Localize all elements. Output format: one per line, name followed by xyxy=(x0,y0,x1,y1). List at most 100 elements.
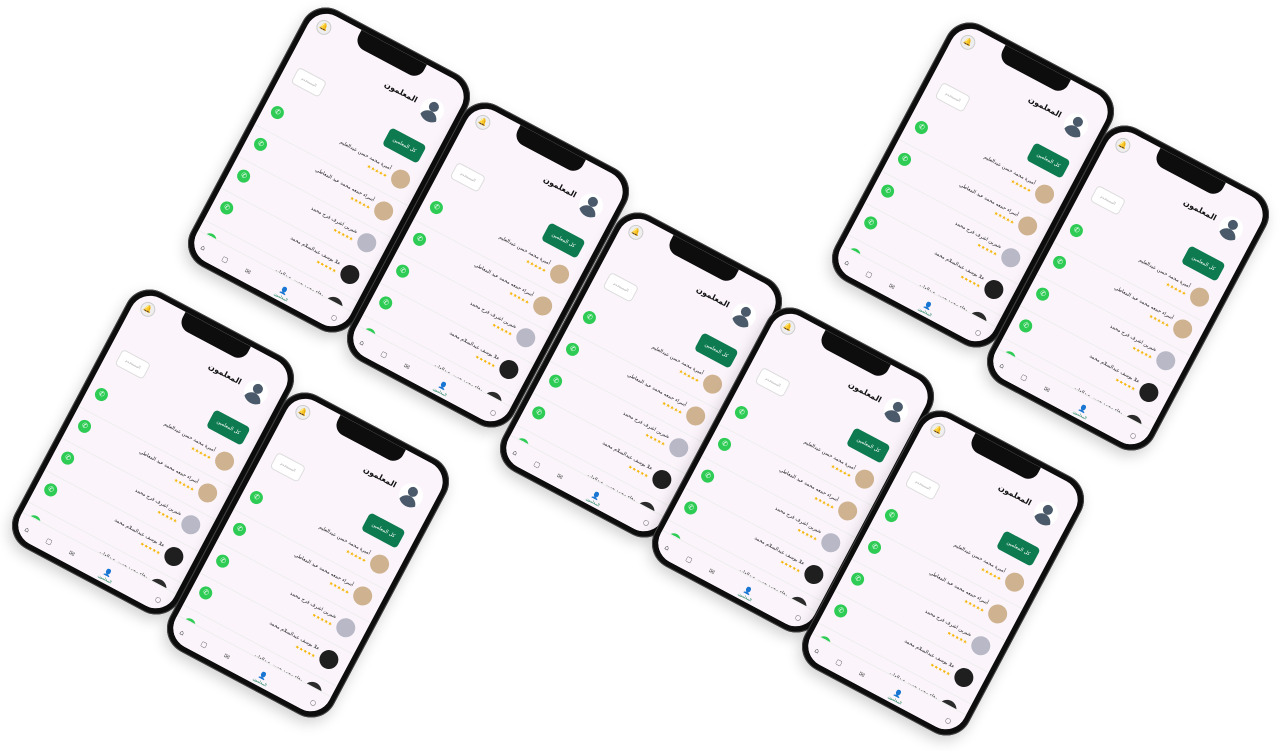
settings-icon[interactable]: ○ xyxy=(1129,431,1138,441)
phone-call-icon[interactable]: ✆ xyxy=(878,182,897,200)
settings-icon[interactable]: ○ xyxy=(309,698,318,708)
grid-icon[interactable]: ▢ xyxy=(532,460,542,470)
profile-avatar[interactable] xyxy=(574,189,608,222)
settings-icon[interactable]: ○ xyxy=(944,716,953,726)
phone-call-icon[interactable]: ✆ xyxy=(848,570,867,588)
phone-call-icon[interactable]: ✆ xyxy=(376,294,395,312)
grid-icon[interactable]: ▢ xyxy=(220,255,230,265)
phone-call-icon[interactable]: ✆ xyxy=(268,103,287,122)
chat-icon[interactable]: ✉ xyxy=(222,652,231,662)
phone-call-icon[interactable]: ✆ xyxy=(698,467,717,485)
home-icon[interactable]: ⌂ xyxy=(663,543,671,552)
phone-call-icon[interactable]: ✆ xyxy=(92,385,111,404)
home-icon[interactable]: ⌂ xyxy=(178,628,186,637)
grid-icon[interactable]: ▢ xyxy=(1019,373,1029,383)
phone-call-icon[interactable]: ✆ xyxy=(410,230,429,249)
search-input[interactable]: المستخدم xyxy=(290,66,328,98)
search-input[interactable]: المستخدم xyxy=(934,81,972,113)
grid-icon[interactable]: ▢ xyxy=(864,270,874,280)
phone-call-icon[interactable]: ✆ xyxy=(546,372,565,390)
phone-call-icon[interactable]: ✆ xyxy=(865,538,884,557)
settings-icon[interactable]: ○ xyxy=(794,613,803,623)
phone-call-icon[interactable]: ✆ xyxy=(529,404,548,422)
nav-teachers-tab[interactable]: 👤 المعلمون xyxy=(423,374,461,402)
home-icon[interactable]: ⌂ xyxy=(23,525,31,534)
phone-call-icon[interactable]: ✆ xyxy=(41,481,60,499)
search-input[interactable]: المستخدم xyxy=(1089,184,1127,216)
phone-call-icon[interactable]: ✆ xyxy=(1050,253,1069,272)
nav-teachers-tab[interactable]: 👤 المعلمون xyxy=(908,294,946,322)
profile-avatar[interactable] xyxy=(1029,497,1063,530)
chat-icon[interactable]: ✉ xyxy=(707,567,716,577)
profile-avatar[interactable] xyxy=(1059,109,1093,142)
phone-call-icon[interactable]: ✆ xyxy=(861,214,880,232)
phone-call-icon[interactable]: ✆ xyxy=(247,488,266,507)
home-icon[interactable]: ⌂ xyxy=(511,448,519,457)
home-icon[interactable]: ⌂ xyxy=(358,338,366,347)
phone-call-icon[interactable]: ✆ xyxy=(912,118,931,137)
phone-call-icon[interactable]: ✆ xyxy=(1067,221,1086,240)
settings-icon[interactable]: ○ xyxy=(154,595,163,605)
settings-icon[interactable]: ○ xyxy=(489,408,498,418)
grid-icon[interactable]: ▢ xyxy=(684,555,694,565)
chat-icon[interactable]: ✉ xyxy=(243,267,252,277)
profile-avatar[interactable] xyxy=(879,394,913,427)
search-input[interactable]: المستخدم xyxy=(904,469,942,501)
phone-call-icon[interactable]: ✆ xyxy=(563,340,582,359)
home-icon[interactable]: ⌂ xyxy=(998,361,1006,370)
home-icon[interactable]: ⌂ xyxy=(199,243,207,252)
nav-teachers-tab[interactable]: 👤 المعلمون xyxy=(88,561,126,589)
phone-call-icon[interactable]: ✆ xyxy=(234,167,253,185)
profile-avatar[interactable] xyxy=(727,299,761,332)
phone-call-icon[interactable]: ✆ xyxy=(427,198,446,217)
grid-icon[interactable]: ▢ xyxy=(44,537,54,547)
phone-call-icon[interactable]: ✆ xyxy=(681,499,700,517)
phone-call-icon[interactable]: ✆ xyxy=(831,602,850,620)
phone-call-icon[interactable]: ✆ xyxy=(882,506,901,525)
grid-icon[interactable]: ▢ xyxy=(199,640,209,650)
chat-icon[interactable]: ✉ xyxy=(555,472,564,482)
phone-call-icon[interactable]: ✆ xyxy=(251,135,270,154)
nav-teachers-tab[interactable]: 👤 المعلمون xyxy=(1063,397,1101,425)
phone-call-icon[interactable]: ✆ xyxy=(196,584,215,602)
search-input[interactable]: المستخدم xyxy=(449,161,487,193)
nav-teachers-tab[interactable]: 👤 المعلمون xyxy=(576,484,614,512)
phone-call-icon[interactable]: ✆ xyxy=(75,417,94,436)
profile-avatar[interactable] xyxy=(239,376,273,409)
phone-call-icon[interactable]: ✆ xyxy=(230,520,249,539)
nav-teachers-tab[interactable]: 👤 المعلمون xyxy=(264,279,302,307)
search-input[interactable]: المستخدم xyxy=(269,451,307,483)
chat-icon[interactable]: ✉ xyxy=(1042,385,1051,395)
phone-call-icon[interactable]: ✆ xyxy=(1033,285,1052,303)
settings-icon[interactable]: ○ xyxy=(330,313,339,323)
phone-call-icon[interactable]: ✆ xyxy=(213,552,232,570)
chat-icon[interactable]: ✉ xyxy=(402,362,411,372)
phone-call-icon[interactable]: ✆ xyxy=(732,403,751,422)
phone-call-icon[interactable]: ✆ xyxy=(580,308,599,327)
settings-icon[interactable]: ○ xyxy=(642,518,651,528)
search-input[interactable]: المستخدم xyxy=(754,366,792,398)
profile-avatar[interactable] xyxy=(394,479,428,512)
profile-avatar[interactable] xyxy=(415,94,449,127)
chat-icon[interactable]: ✉ xyxy=(857,670,866,680)
chat-icon[interactable]: ✉ xyxy=(67,549,76,559)
search-input[interactable]: المستخدم xyxy=(114,348,152,380)
grid-icon[interactable]: ▢ xyxy=(834,658,844,668)
nav-teachers-tab[interactable]: 👤 المعلمون xyxy=(878,682,916,710)
nav-teachers-tab[interactable]: 👤 المعلمون xyxy=(728,579,766,607)
phone-call-icon[interactable]: ✆ xyxy=(393,262,412,280)
home-icon[interactable]: ⌂ xyxy=(843,258,851,267)
home-icon[interactable]: ⌂ xyxy=(813,646,821,655)
chat-icon[interactable]: ✉ xyxy=(887,282,896,292)
phone-call-icon[interactable]: ✆ xyxy=(715,435,734,454)
nav-teachers-tab[interactable]: 👤 المعلمون xyxy=(243,664,281,692)
grid-icon[interactable]: ▢ xyxy=(379,350,389,360)
teacher-avatar xyxy=(529,293,556,319)
phone-call-icon[interactable]: ✆ xyxy=(58,449,77,467)
phone-call-icon[interactable]: ✆ xyxy=(1016,317,1035,335)
search-input[interactable]: المستخدم xyxy=(602,271,640,303)
settings-icon[interactable]: ○ xyxy=(974,328,983,338)
profile-avatar[interactable] xyxy=(1214,212,1248,245)
phone-call-icon[interactable]: ✆ xyxy=(217,199,236,217)
phone-call-icon[interactable]: ✆ xyxy=(895,150,914,169)
